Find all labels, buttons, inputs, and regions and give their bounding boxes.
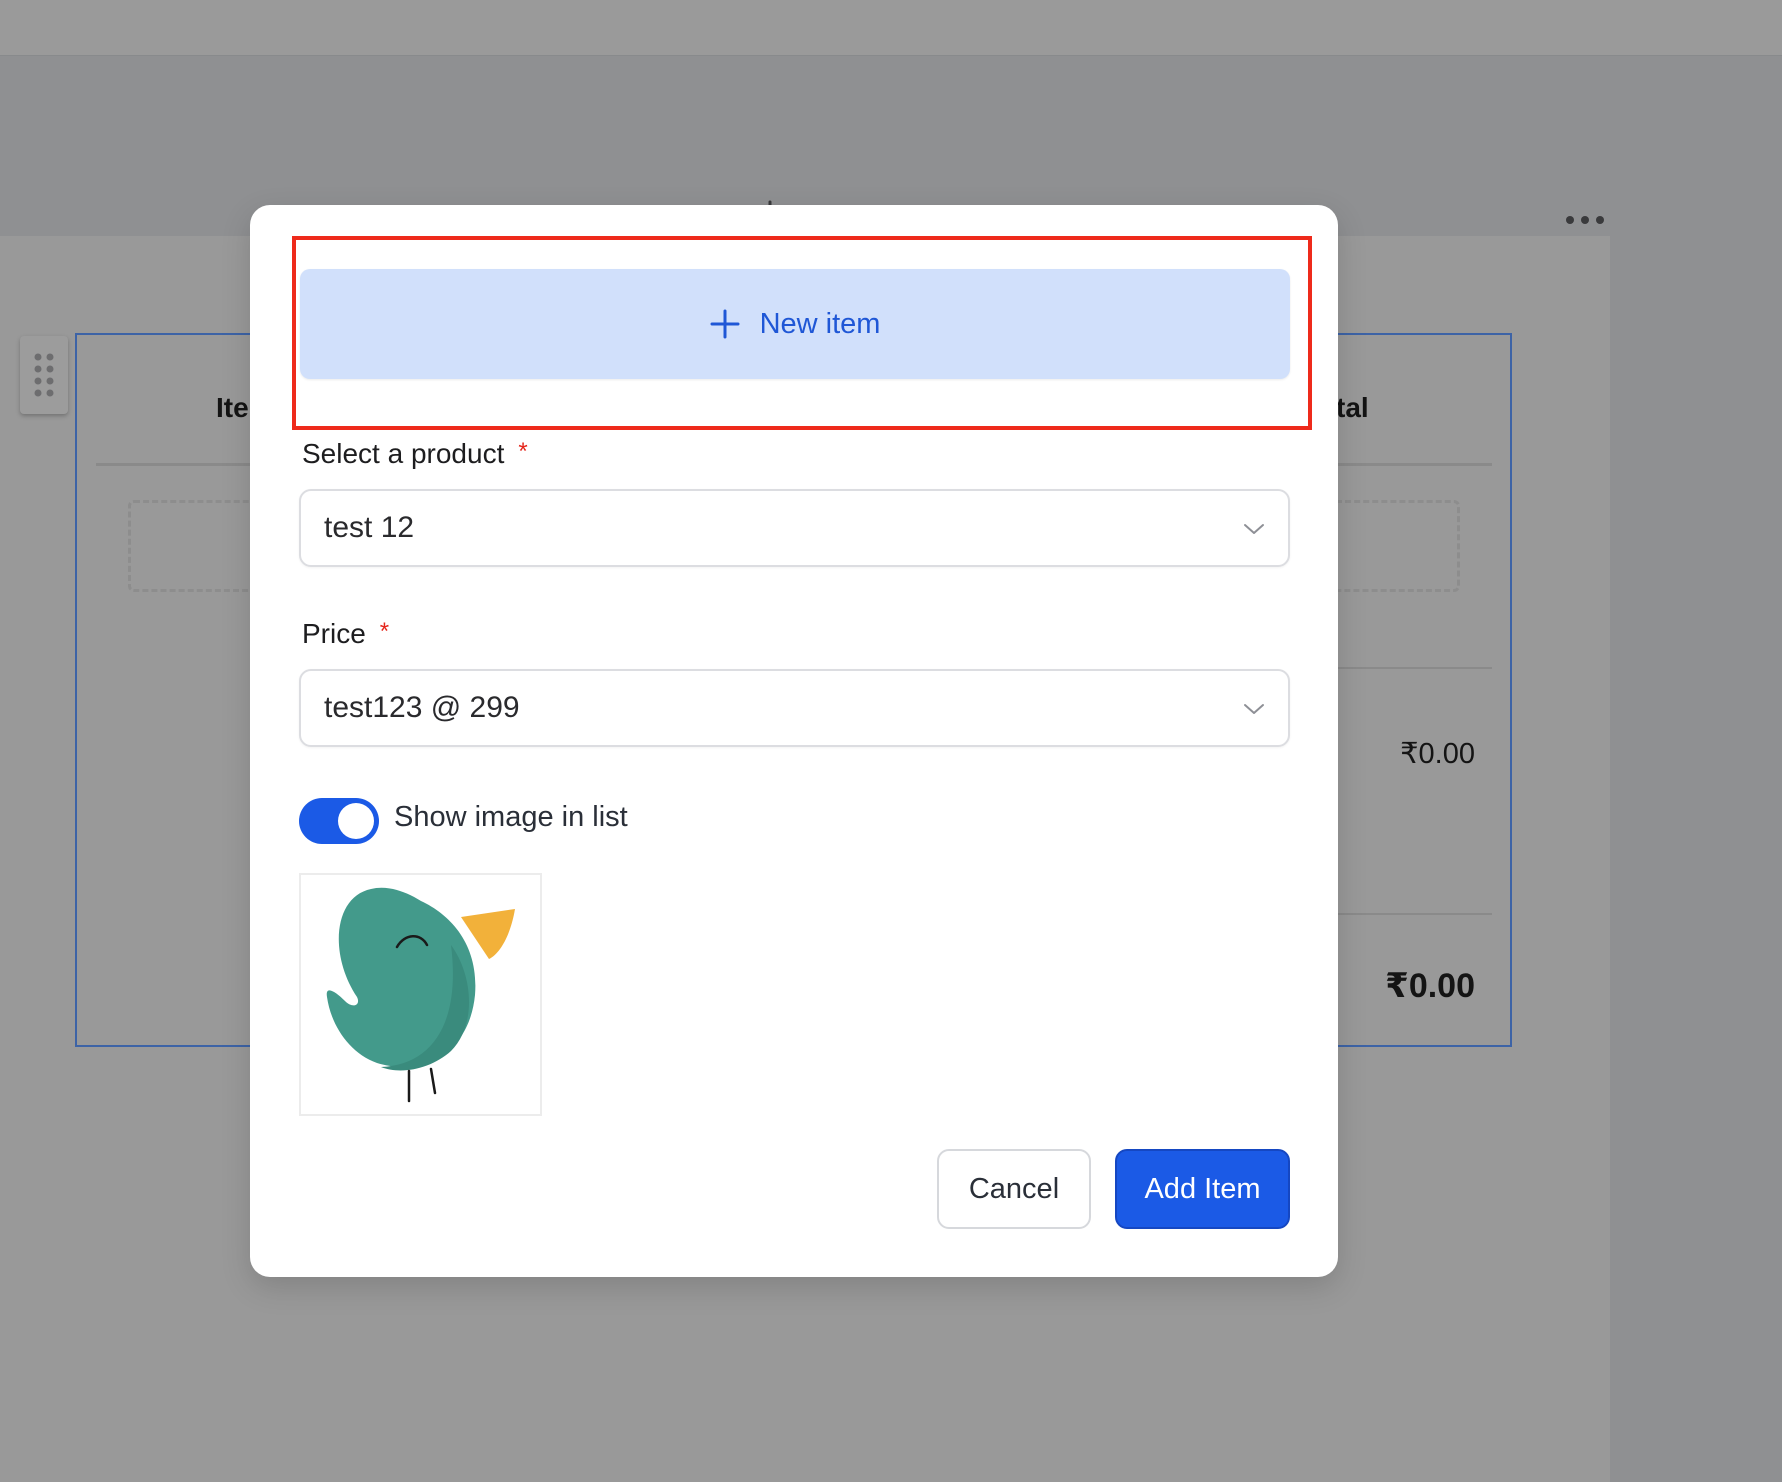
drag-handle[interactable] xyxy=(20,336,68,414)
bird-image xyxy=(326,887,515,1103)
new-item-button[interactable]: New item xyxy=(300,269,1290,379)
product-select-value: test 12 xyxy=(324,511,415,544)
show-image-toggle[interactable] xyxy=(299,798,379,844)
table-header-item: Ite xyxy=(216,392,249,423)
row-divider xyxy=(1338,667,1492,669)
empty-item-slot-left xyxy=(128,500,258,592)
price-select[interactable]: test123 @ 299 xyxy=(299,669,1290,747)
price-label: Price * xyxy=(302,618,389,650)
empty-item-slot-right xyxy=(1330,500,1460,592)
product-select[interactable]: test 12 xyxy=(299,489,1290,567)
chevron-down-icon xyxy=(1244,704,1264,714)
new-item-label: New item xyxy=(759,307,881,340)
grand-total: ₹0.00 xyxy=(1385,967,1475,1005)
table-header-total: tal xyxy=(1336,392,1369,423)
required-mark: * xyxy=(379,618,390,645)
drag-handle-icon xyxy=(34,353,54,397)
product-image-thumbnail xyxy=(299,873,542,1116)
price-label-text: Price xyxy=(302,618,366,649)
product-label: Select a product * xyxy=(302,438,528,470)
product-label-text: Select a product xyxy=(302,438,505,469)
add-item-button[interactable]: Add Item xyxy=(1115,1149,1290,1229)
total-divider xyxy=(1338,913,1492,915)
canvas-margin xyxy=(1610,236,1782,1482)
price-select-value: test123 @ 299 xyxy=(324,691,520,724)
top-bar xyxy=(0,0,1782,56)
show-image-label: Show image in list xyxy=(394,801,628,833)
chevron-down-icon xyxy=(1244,524,1264,534)
more-options-icon[interactable] xyxy=(1564,210,1606,230)
row-total: ₹0.00 xyxy=(1400,738,1475,770)
add-item-modal: New item Select a product * test 12 Price… xyxy=(250,205,1338,1277)
plus-icon xyxy=(710,309,740,339)
toggle-knob xyxy=(338,803,374,839)
required-mark: * xyxy=(518,438,528,465)
cancel-button[interactable]: Cancel xyxy=(937,1149,1091,1229)
